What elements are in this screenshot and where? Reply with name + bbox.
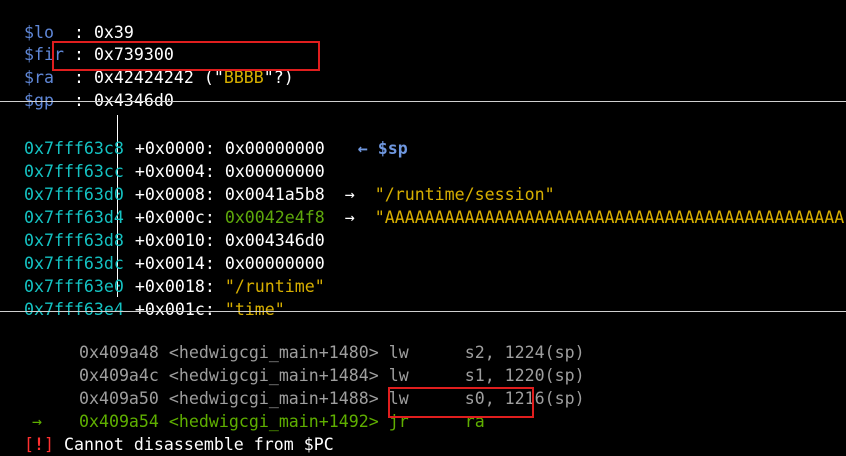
stack-row: 0x7fff63cc +0x0004: 0x00000000	[4, 139, 325, 181]
stack-row: 0x7fff63d0 +0x0008: 0x0041a5b8 → "/runtime/…	[4, 162, 555, 204]
stack-offset: +0x001c:	[134, 300, 215, 319]
ra-highlight-box	[52, 41, 320, 71]
right-arrow-icon: →	[344, 208, 355, 227]
stack-row: 0x7fff63d8 +0x0010: 0x004346d0	[4, 208, 325, 250]
disasm-row: 0x409a50 <hedwigcgi_main+1488> lw s0, 121…	[4, 366, 585, 408]
stack-address: 0x7fff63e4	[23, 300, 124, 319]
stack-string: "AAAAAAAAAAAAAAAAAAAAAAAAAAAAAAAAAAAAAAA…	[374, 208, 845, 227]
disasm-row: 0x409a4c <hedwigcgi_main+1484> lw s1, 122…	[4, 343, 585, 385]
stack-string: "time"	[224, 300, 285, 319]
disasm-row: 0x409a48 <hedwigcgi_main+1480> lw s2, 122…	[4, 320, 585, 362]
warning-icon: !	[33, 435, 44, 454]
register-row-lo: $lo : 0x39	[4, 0, 134, 42]
error-message-line: [!] Cannot disassemble from $PC	[4, 412, 334, 454]
left-arrow-icon: ←	[357, 139, 368, 158]
stack-row: 0x7fff63c8 +0x0000: 0x00000000 ← $sp	[4, 116, 408, 158]
error-message: Cannot disassemble from $PC	[53, 435, 334, 454]
stack-row: 0x7fff63d4 +0x000c: 0x0042e4f8 → "AAAAAAAAA…	[4, 185, 844, 227]
section-divider-registers	[0, 101, 846, 102]
error-bracket-open: [	[23, 435, 34, 454]
jr-ra-highlight-box	[388, 387, 534, 418]
error-bracket-close: ]	[43, 435, 54, 454]
stack-pointer-label: $sp	[377, 139, 408, 158]
stack-row: 0x7fff63e0 +0x0018: "/runtime"	[4, 254, 325, 296]
stack-row: 0x7fff63dc +0x0014: 0x00000000	[4, 231, 325, 273]
register-row-gp: $gp : 0x4346d0	[4, 68, 174, 110]
stack-row: 0x7fff63e4 +0x001c: "time"	[4, 277, 285, 319]
section-divider-stack	[0, 311, 846, 312]
